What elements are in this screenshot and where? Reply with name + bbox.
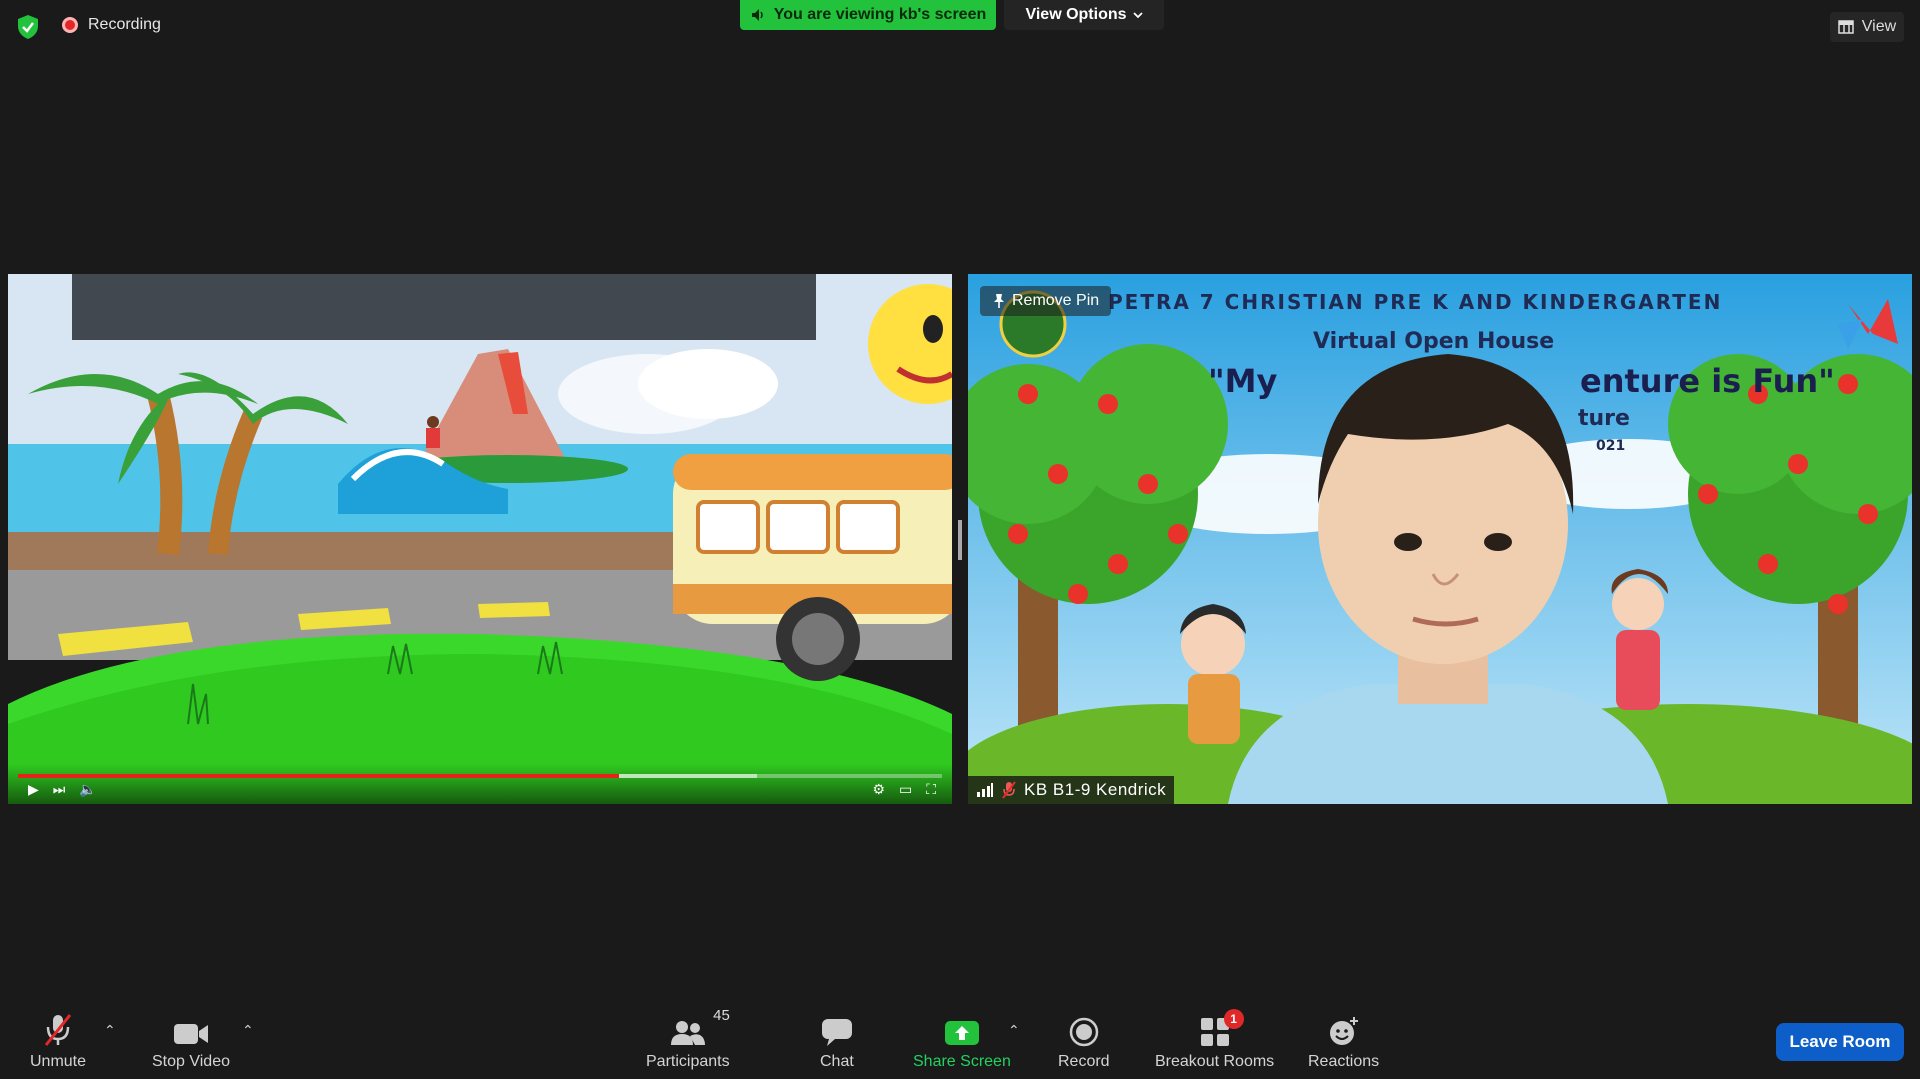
background-theme-part1: "My bbox=[1208, 362, 1278, 400]
meeting-toolbar: Unmute ⌃ Stop Video ⌃ 45 Participants Ch… bbox=[0, 1005, 1920, 1079]
video-progress-bar[interactable] bbox=[18, 774, 942, 778]
unmute-button[interactable]: Unmute bbox=[30, 1011, 86, 1071]
cartoon-bus-scene bbox=[8, 274, 952, 804]
viewing-screen-banner: You are viewing kb's screen bbox=[740, 0, 996, 30]
share-screen-icon bbox=[944, 1021, 979, 1045]
participant-video-tile[interactable]: PETRA 7 CHRISTIAN PRE K AND KINDERGARTEN… bbox=[968, 274, 1912, 804]
share-screen-button[interactable]: Share Screen bbox=[913, 1011, 1011, 1071]
stop-video-button[interactable]: Stop Video bbox=[152, 1011, 230, 1071]
participants-button[interactable]: 45 Participants bbox=[646, 1007, 730, 1071]
video-options-caret-icon[interactable]: ⌃ bbox=[242, 1022, 254, 1039]
muted-mic-icon bbox=[1002, 781, 1016, 799]
top-bar: Recording You are viewing kb's screen Vi… bbox=[0, 0, 1920, 56]
audio-options-caret-icon[interactable]: ⌃ bbox=[104, 1022, 116, 1039]
participants-label: Participants bbox=[646, 1053, 730, 1070]
muted-mic-icon bbox=[44, 1014, 72, 1046]
play-icon[interactable]: ▶ bbox=[28, 781, 39, 798]
remove-pin-label: Remove Pin bbox=[1012, 292, 1100, 309]
video-control-bar: ▶ ⏭ 🔈 ⚙ ▭ ⛶ bbox=[8, 764, 952, 804]
viewing-banner-text: You are viewing kb's screen bbox=[773, 6, 987, 23]
pin-icon bbox=[994, 294, 1004, 308]
reactions-button[interactable]: Reactions bbox=[1308, 1011, 1379, 1071]
participant-name: KB B1-9 Kendrick bbox=[1024, 780, 1167, 799]
shared-screen-tile[interactable]: ▶ ⏭ 🔈 ⚙ ▭ ⛶ bbox=[8, 274, 952, 804]
theater-mode-icon[interactable]: ▭ bbox=[899, 781, 912, 798]
background-event-title: Virtual Open House bbox=[1313, 329, 1555, 354]
share-screen-label: Share Screen bbox=[913, 1053, 1011, 1070]
grid-view-icon bbox=[1838, 20, 1854, 34]
recording-label: Recording bbox=[88, 16, 161, 33]
background-theme-part2: enture is Fun" bbox=[1580, 362, 1835, 400]
video-left-controls: ▶ ⏭ 🔈 bbox=[28, 781, 97, 798]
reactions-label: Reactions bbox=[1308, 1053, 1380, 1070]
video-right-controls: ⚙ ▭ ⛶ bbox=[872, 781, 936, 798]
speaker-icon bbox=[751, 9, 763, 21]
chevron-down-icon bbox=[1132, 12, 1143, 19]
video-title-overlay bbox=[72, 274, 816, 340]
view-options-label: View Options bbox=[1025, 6, 1127, 23]
view-options-button[interactable]: View Options bbox=[1004, 0, 1164, 30]
signal-strength-icon bbox=[977, 783, 993, 797]
breakout-rooms-button[interactable]: 1 Breakout Rooms bbox=[1155, 1009, 1275, 1071]
participants-count: 45 bbox=[713, 1007, 730, 1024]
participant-name-tag: KB B1-9 Kendrick bbox=[968, 776, 1175, 804]
encryption-shield-icon[interactable] bbox=[16, 14, 40, 40]
volume-icon[interactable]: 🔈 bbox=[79, 781, 96, 798]
view-layout-button[interactable]: View bbox=[1830, 12, 1904, 42]
breakout-rooms-label: Breakout Rooms bbox=[1155, 1053, 1275, 1070]
tile-splitter-handle[interactable] bbox=[958, 520, 962, 560]
chat-label: Chat bbox=[820, 1053, 854, 1070]
breakout-rooms-badge: 1 bbox=[1223, 1009, 1244, 1029]
chat-button[interactable]: Chat bbox=[820, 1011, 854, 1071]
unmute-label: Unmute bbox=[30, 1053, 87, 1070]
next-icon[interactable]: ⏭ bbox=[53, 781, 66, 798]
stop-video-label: Stop Video bbox=[152, 1053, 230, 1070]
recording-dot-icon bbox=[62, 17, 78, 33]
leave-room-label: Leave Room bbox=[1789, 1032, 1891, 1051]
background-school-title: PETRA 7 CHRISTIAN PRE K AND KINDERGARTEN bbox=[1108, 290, 1723, 314]
settings-icon[interactable]: ⚙ bbox=[872, 781, 885, 798]
fullscreen-icon[interactable]: ⛶ bbox=[926, 781, 936, 798]
background-subtitle: ture bbox=[1578, 406, 1630, 431]
background-year: 021 bbox=[1596, 438, 1626, 454]
leave-room-button[interactable]: Leave Room bbox=[1776, 1023, 1904, 1061]
participants-icon bbox=[670, 1021, 705, 1045]
share-options-caret-icon[interactable]: ⌃ bbox=[1008, 1022, 1020, 1039]
view-label: View bbox=[1861, 18, 1897, 35]
recording-indicator[interactable]: Recording bbox=[62, 16, 161, 34]
chat-bubble-icon bbox=[821, 1019, 852, 1046]
video-played-fill bbox=[18, 774, 619, 778]
record-button[interactable]: Record bbox=[1058, 1011, 1110, 1071]
record-icon bbox=[1069, 1017, 1099, 1047]
reactions-smiley-icon bbox=[1329, 1017, 1358, 1045]
remove-pin-button[interactable]: Remove Pin bbox=[980, 286, 1112, 316]
record-label: Record bbox=[1058, 1053, 1110, 1070]
video-camera-icon bbox=[174, 1024, 208, 1044]
